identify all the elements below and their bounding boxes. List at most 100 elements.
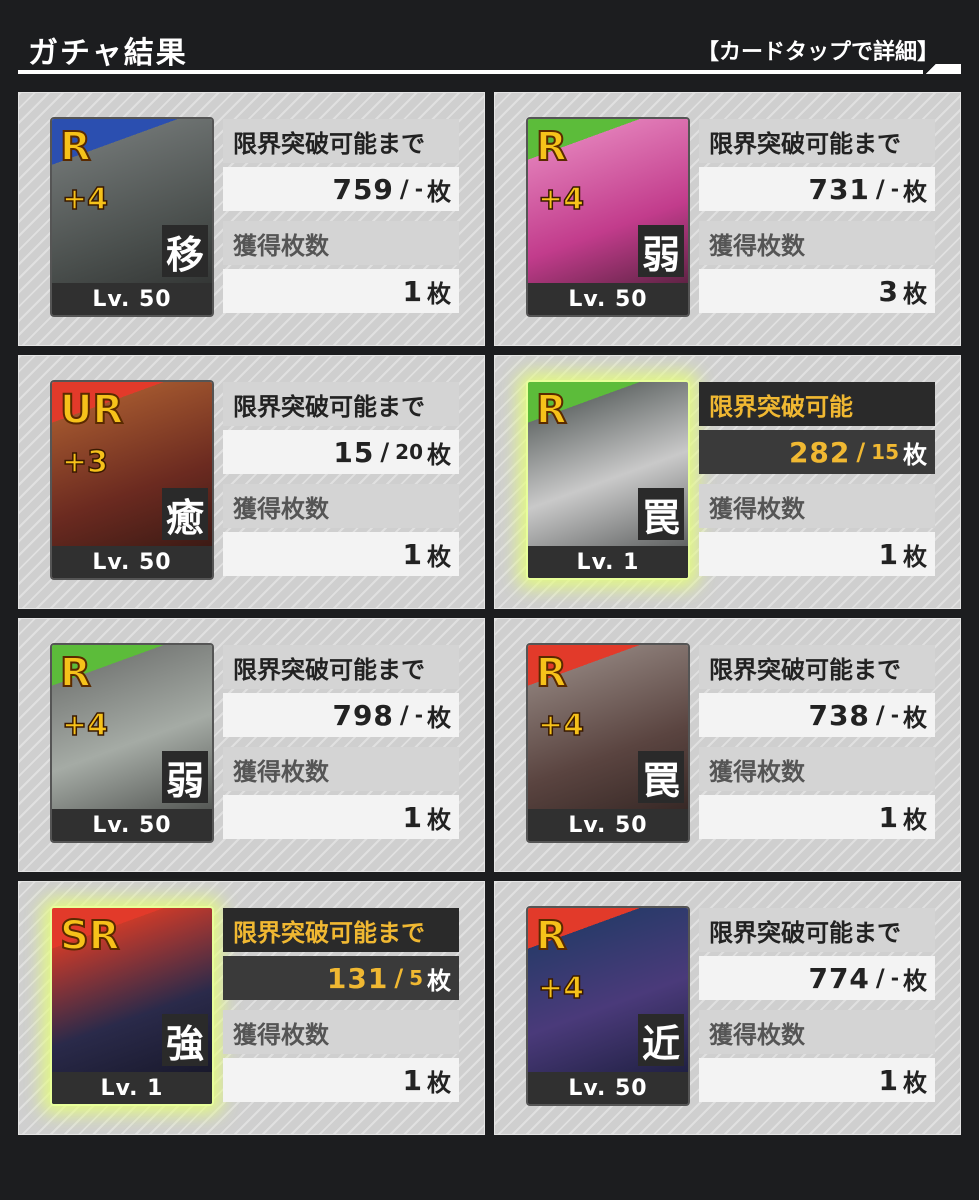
type-badge: 移 (162, 225, 208, 277)
limit-break-label: 限界突破可能 (699, 382, 935, 426)
result-panel: SR 強 Lv. 1 限界突破可能まで 131/5 枚獲得枚数 1 枚 (18, 881, 485, 1135)
limit-break-progress: 282/15 枚 (699, 430, 935, 474)
count-separator: / (394, 964, 404, 992)
result-panel: R +4 弱 Lv. 50 限界突破可能まで 731/- 枚獲得枚数 3 枚 (494, 92, 961, 346)
header: ガチャ結果 【カードタップで詳細】 (18, 20, 961, 74)
unit-label: 枚 (903, 1068, 927, 1097)
level-label: Lv. 1 (528, 546, 688, 578)
limit-break-progress: 15/20 枚 (223, 430, 459, 474)
owned-count: 282 (788, 435, 851, 469)
owned-count: 798 (332, 698, 394, 732)
level-label: Lv. 50 (528, 1072, 688, 1104)
type-badge: 強 (162, 1014, 208, 1066)
card-thumbnail[interactable]: R 罠 Lv. 1 (526, 380, 690, 580)
result-panel: UR +3 癒 Lv. 50 限界突破可能まで 15/20 枚獲得枚数 1 枚 (18, 355, 485, 609)
limit-break-progress: 738/- 枚 (699, 693, 935, 737)
required-count: - (890, 177, 899, 201)
limit-break-progress: 759/- 枚 (223, 167, 459, 211)
limit-break-progress: 131/5 枚 (223, 956, 459, 1000)
obtained-count: 1 (878, 1063, 899, 1097)
rarity-badge: R (59, 124, 92, 170)
obtained-label: 獲得枚数 (699, 747, 935, 791)
limit-break-label: 限界突破可能まで (699, 119, 935, 163)
obtained-count: 1 (402, 1063, 423, 1097)
result-panel: R +4 移 Lv. 50 限界突破可能まで 759/- 枚獲得枚数 1 枚 (18, 92, 485, 346)
limit-break-label: 限界突破可能まで (223, 645, 459, 689)
owned-count: 738 (808, 698, 870, 732)
header-accent (921, 64, 961, 74)
plus-value: +4 (537, 708, 585, 743)
limit-break-label: 限界突破可能まで (699, 908, 935, 952)
level-label: Lv. 50 (52, 809, 212, 841)
rarity-badge: R (535, 913, 568, 959)
obtained-label: 獲得枚数 (699, 221, 935, 265)
obtained-label: 獲得枚数 (223, 747, 459, 791)
required-count: - (414, 703, 423, 727)
result-panel: R +4 近 Lv. 50 限界突破可能まで 774/- 枚獲得枚数 1 枚 (494, 881, 961, 1135)
result-panel: R 罠 Lv. 1 限界突破可能 282/15 枚獲得枚数 1 枚 (494, 355, 961, 609)
owned-count: 731 (808, 172, 870, 206)
unit-label: 枚 (903, 966, 927, 995)
rarity-badge: UR (59, 387, 124, 433)
card-thumbnail[interactable]: R +4 弱 Lv. 50 (526, 117, 690, 317)
unit-label: 枚 (903, 805, 927, 834)
level-label: Lv. 50 (528, 283, 688, 315)
unit-label: 枚 (427, 703, 451, 732)
required-count: - (890, 703, 899, 727)
obtained-count: 1 (878, 537, 899, 571)
plus-value: +4 (537, 182, 585, 217)
unit-label: 枚 (903, 542, 927, 571)
count-separator: / (399, 175, 409, 203)
owned-count: 15 (333, 435, 375, 469)
card-thumbnail[interactable]: R +4 罠 Lv. 50 (526, 643, 690, 843)
limit-break-label: 限界突破可能まで (223, 908, 459, 952)
obtained-count: 1 (402, 537, 423, 571)
unit-label: 枚 (427, 805, 451, 834)
owned-count: 759 (332, 172, 394, 206)
obtained-count-row: 1枚 (699, 795, 935, 839)
header-underline (18, 70, 923, 74)
unit-label: 枚 (903, 440, 927, 469)
plus-value: +3 (61, 445, 109, 480)
type-badge: 罠 (638, 751, 684, 803)
obtained-label: 獲得枚数 (699, 1010, 935, 1054)
unit-label: 枚 (427, 1068, 451, 1097)
limit-break-label: 限界突破可能まで (699, 645, 935, 689)
owned-count: 131 (326, 961, 389, 995)
unit-label: 枚 (903, 279, 927, 308)
unit-label: 枚 (903, 703, 927, 732)
required-count: 5 (409, 966, 423, 990)
type-badge: 弱 (638, 225, 684, 277)
required-count: - (890, 966, 899, 990)
level-label: Lv. 50 (52, 546, 212, 578)
count-separator: / (380, 438, 390, 466)
unit-label: 枚 (427, 177, 451, 206)
result-panel: R +4 罠 Lv. 50 限界突破可能まで 738/- 枚獲得枚数 1 枚 (494, 618, 961, 872)
obtained-count-row: 1枚 (699, 532, 935, 576)
tap-hint: 【カードタップで詳細】 (696, 40, 939, 65)
obtained-label: 獲得枚数 (223, 221, 459, 265)
obtained-count: 1 (402, 274, 423, 308)
card-thumbnail[interactable]: R +4 近 Lv. 50 (526, 906, 690, 1106)
card-thumbnail[interactable]: R +4 移 Lv. 50 (50, 117, 214, 317)
obtained-count: 1 (402, 800, 423, 834)
limit-break-progress: 731/- 枚 (699, 167, 935, 211)
owned-count: 774 (808, 961, 870, 995)
plus-value: +4 (61, 182, 109, 217)
rarity-badge: R (59, 650, 92, 696)
unit-label: 枚 (427, 440, 451, 469)
obtained-count-row: 3枚 (699, 269, 935, 313)
result-panel: R +4 弱 Lv. 50 限界突破可能まで 798/- 枚獲得枚数 1 枚 (18, 618, 485, 872)
limit-break-label: 限界突破可能まで (223, 382, 459, 426)
limit-break-progress: 798/- 枚 (223, 693, 459, 737)
card-thumbnail[interactable]: SR 強 Lv. 1 (50, 906, 214, 1106)
card-thumbnail[interactable]: UR +3 癒 Lv. 50 (50, 380, 214, 580)
type-badge: 近 (638, 1014, 684, 1066)
count-separator: / (856, 438, 866, 466)
card-thumbnail[interactable]: R +4 弱 Lv. 50 (50, 643, 214, 843)
count-separator: / (399, 701, 409, 729)
count-separator: / (875, 175, 885, 203)
obtained-count-row: 1枚 (223, 1058, 459, 1102)
required-count: - (414, 177, 423, 201)
obtained-count-row: 1枚 (223, 795, 459, 839)
